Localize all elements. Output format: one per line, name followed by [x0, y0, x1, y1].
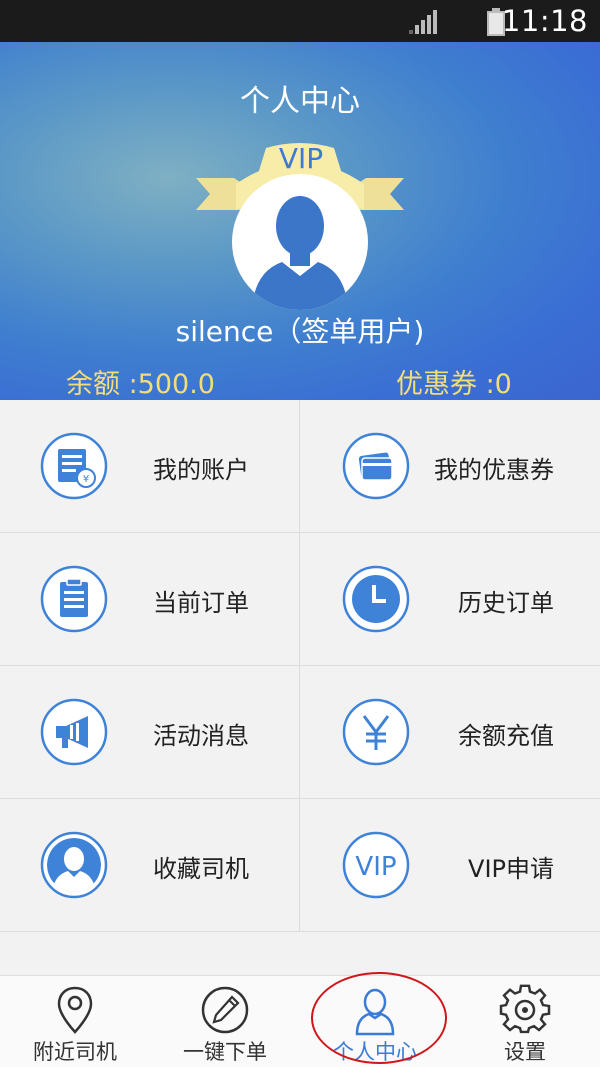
- clipboard-icon: [40, 565, 108, 633]
- tab-nearby-drivers[interactable]: 附近司机: [0, 976, 150, 1067]
- bottom-tab-bar: 附近司机 一键下单 个人中心 设置: [0, 975, 600, 1067]
- balance-value: 余额 :500.0: [66, 369, 215, 400]
- menu-label: 我的优惠券: [434, 456, 554, 484]
- pencil-icon: [201, 986, 249, 1034]
- page-title: 个人中心: [240, 84, 360, 119]
- vip-badge: VIP: [278, 142, 324, 175]
- tab-settings[interactable]: 设置: [450, 976, 600, 1067]
- person-icon: [355, 988, 395, 1036]
- menu-grid: ¥ 我的账户 我的优惠券 当前订单 历史订单 活动消息 余额充值 收藏司机 VI…: [0, 400, 600, 933]
- driver-avatar-icon: [40, 831, 108, 899]
- coupon-count: 优惠券 :0: [396, 369, 512, 400]
- menu-item-order-history[interactable]: 历史订单: [300, 533, 600, 666]
- menu-item-activity-messages[interactable]: 活动消息: [0, 666, 300, 799]
- menu-label: 当前订单: [153, 589, 249, 617]
- tab-personal-center[interactable]: 个人中心: [300, 976, 450, 1067]
- status-time: 11:18: [501, 4, 588, 38]
- tab-quick-order[interactable]: 一键下单: [150, 976, 300, 1067]
- menu-label: 我的账户: [153, 456, 249, 484]
- menu-item-favorite-drivers[interactable]: 收藏司机: [0, 799, 300, 932]
- signal-icon: [409, 10, 437, 34]
- username: silence（签单用户): [175, 315, 425, 348]
- menu-label: 收藏司机: [153, 855, 249, 883]
- menu-label: 活动消息: [153, 722, 249, 750]
- tab-label: 附近司机: [33, 1040, 117, 1064]
- svg-text:VIP: VIP: [355, 852, 396, 882]
- svg-text:¥: ¥: [83, 474, 89, 485]
- account-bill-icon: ¥: [40, 432, 108, 500]
- balance-row: 余额 :500.0 优惠券 :0: [0, 362, 600, 400]
- vip-icon: VIP: [342, 831, 410, 899]
- gear-icon: [499, 984, 551, 1034]
- user-silhouette-icon: [252, 196, 348, 310]
- profile-header: 个人中心 VIP silence（签单用户) 余额 :500.0 优惠券 :0: [0, 42, 600, 400]
- tab-label: 个人中心: [333, 1040, 417, 1064]
- menu-item-vip-application[interactable]: VIP VIP申请: [300, 799, 600, 932]
- menu-label: VIP申请: [468, 855, 554, 883]
- tab-label: 设置: [504, 1040, 546, 1064]
- status-bar: 11:18: [0, 0, 600, 42]
- avatar[interactable]: [232, 174, 368, 310]
- menu-label: 历史订单: [458, 589, 554, 617]
- location-pin-icon: [57, 986, 93, 1034]
- menu-label: 余额充值: [458, 722, 554, 750]
- tab-label: 一键下单: [183, 1040, 267, 1064]
- clock-icon: [342, 565, 410, 633]
- megaphone-icon: [40, 698, 108, 766]
- menu-item-my-coupons[interactable]: 我的优惠券: [300, 400, 600, 533]
- yen-icon: [342, 698, 410, 766]
- menu-item-my-account[interactable]: ¥ 我的账户: [0, 400, 300, 533]
- menu-item-recharge[interactable]: 余额充值: [300, 666, 600, 799]
- coupon-card-icon: [342, 432, 410, 500]
- menu-item-current-orders[interactable]: 当前订单: [0, 533, 300, 666]
